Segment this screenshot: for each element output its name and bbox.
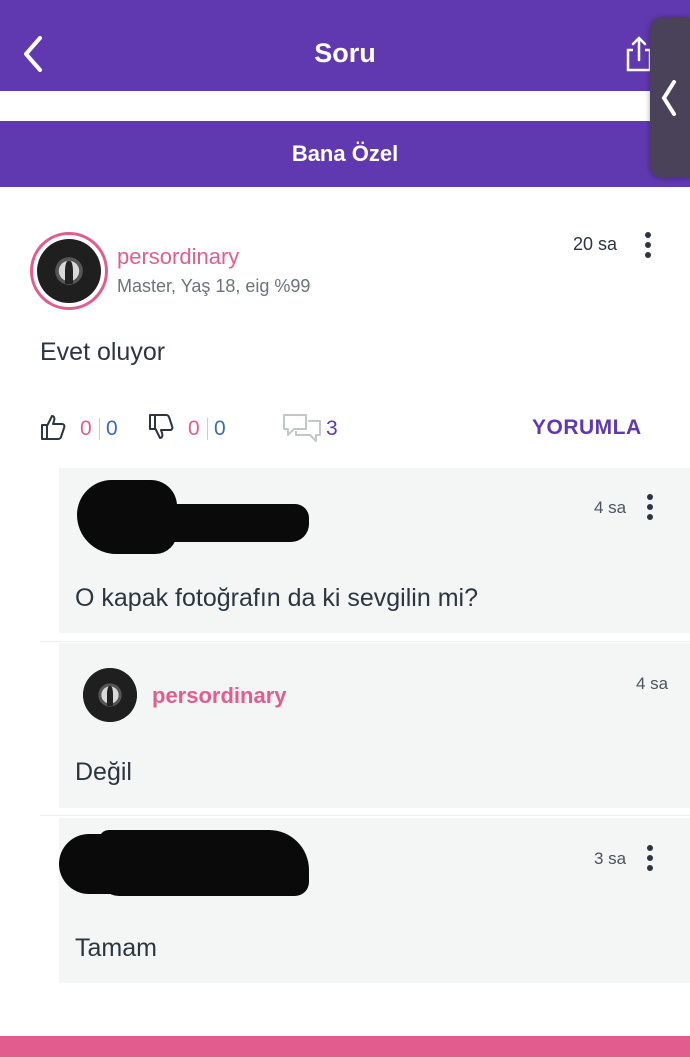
comment-more-options-icon[interactable] xyxy=(644,494,656,524)
comment-timestamp: 4 sa xyxy=(636,674,669,693)
like-count-a: 0 xyxy=(80,417,92,440)
divider xyxy=(207,418,208,440)
author-username[interactable]: persordinary xyxy=(117,244,239,270)
redacted-username xyxy=(99,830,309,896)
top-bar: Soru xyxy=(0,0,690,91)
answer-more-options-icon[interactable] xyxy=(642,232,654,262)
commenter-avatar[interactable] xyxy=(83,668,137,722)
divider xyxy=(99,418,100,440)
section-banner: Bana Özel xyxy=(0,121,690,187)
thumbs-up-icon[interactable] xyxy=(40,413,66,446)
comment-text: Değil xyxy=(75,758,132,786)
side-panel-handle[interactable] xyxy=(650,18,690,178)
comment-timestamp: 3 sa xyxy=(594,849,627,868)
bottom-bar xyxy=(0,1036,690,1057)
answer-text: Evet oluyor xyxy=(40,338,166,366)
redacted-username xyxy=(149,504,309,542)
dislike-count-b: 0 xyxy=(214,417,226,440)
thumbs-down-icon[interactable] xyxy=(148,413,174,446)
comment-item: 3 sa Tamam xyxy=(59,818,690,983)
comment-timestamp: 4 sa xyxy=(594,498,627,517)
divider xyxy=(40,815,690,816)
comment-count: 3 xyxy=(326,417,338,440)
comments-bubble-icon[interactable] xyxy=(282,413,322,450)
commenter-username[interactable]: persordinary xyxy=(152,683,287,709)
comment-more-options-icon[interactable] xyxy=(644,845,656,875)
page-title: Soru xyxy=(314,38,376,68)
comment-text: Tamam xyxy=(75,934,157,962)
answer-timestamp: 20 sa xyxy=(573,234,618,254)
spacer xyxy=(0,91,690,121)
author-meta: Master, Yaş 18, eig %99 xyxy=(117,276,311,296)
divider xyxy=(40,641,690,642)
author-avatar[interactable] xyxy=(30,232,108,310)
answer-actions: 0 0 0 0 3 YORUMLA xyxy=(0,410,690,450)
reply-button[interactable]: YORUMLA xyxy=(532,416,642,440)
chevron-left-icon xyxy=(661,80,676,116)
comment-item: persordinary 4 sa Değil xyxy=(59,643,690,808)
comment-item: 4 sa O kapak fotoğrafın da ki sevgilin m… xyxy=(59,468,690,633)
dislike-count-a: 0 xyxy=(188,417,200,440)
like-count-b: 0 xyxy=(106,417,118,440)
comment-text: O kapak fotoğrafın da ki sevgilin mi? xyxy=(75,584,478,612)
